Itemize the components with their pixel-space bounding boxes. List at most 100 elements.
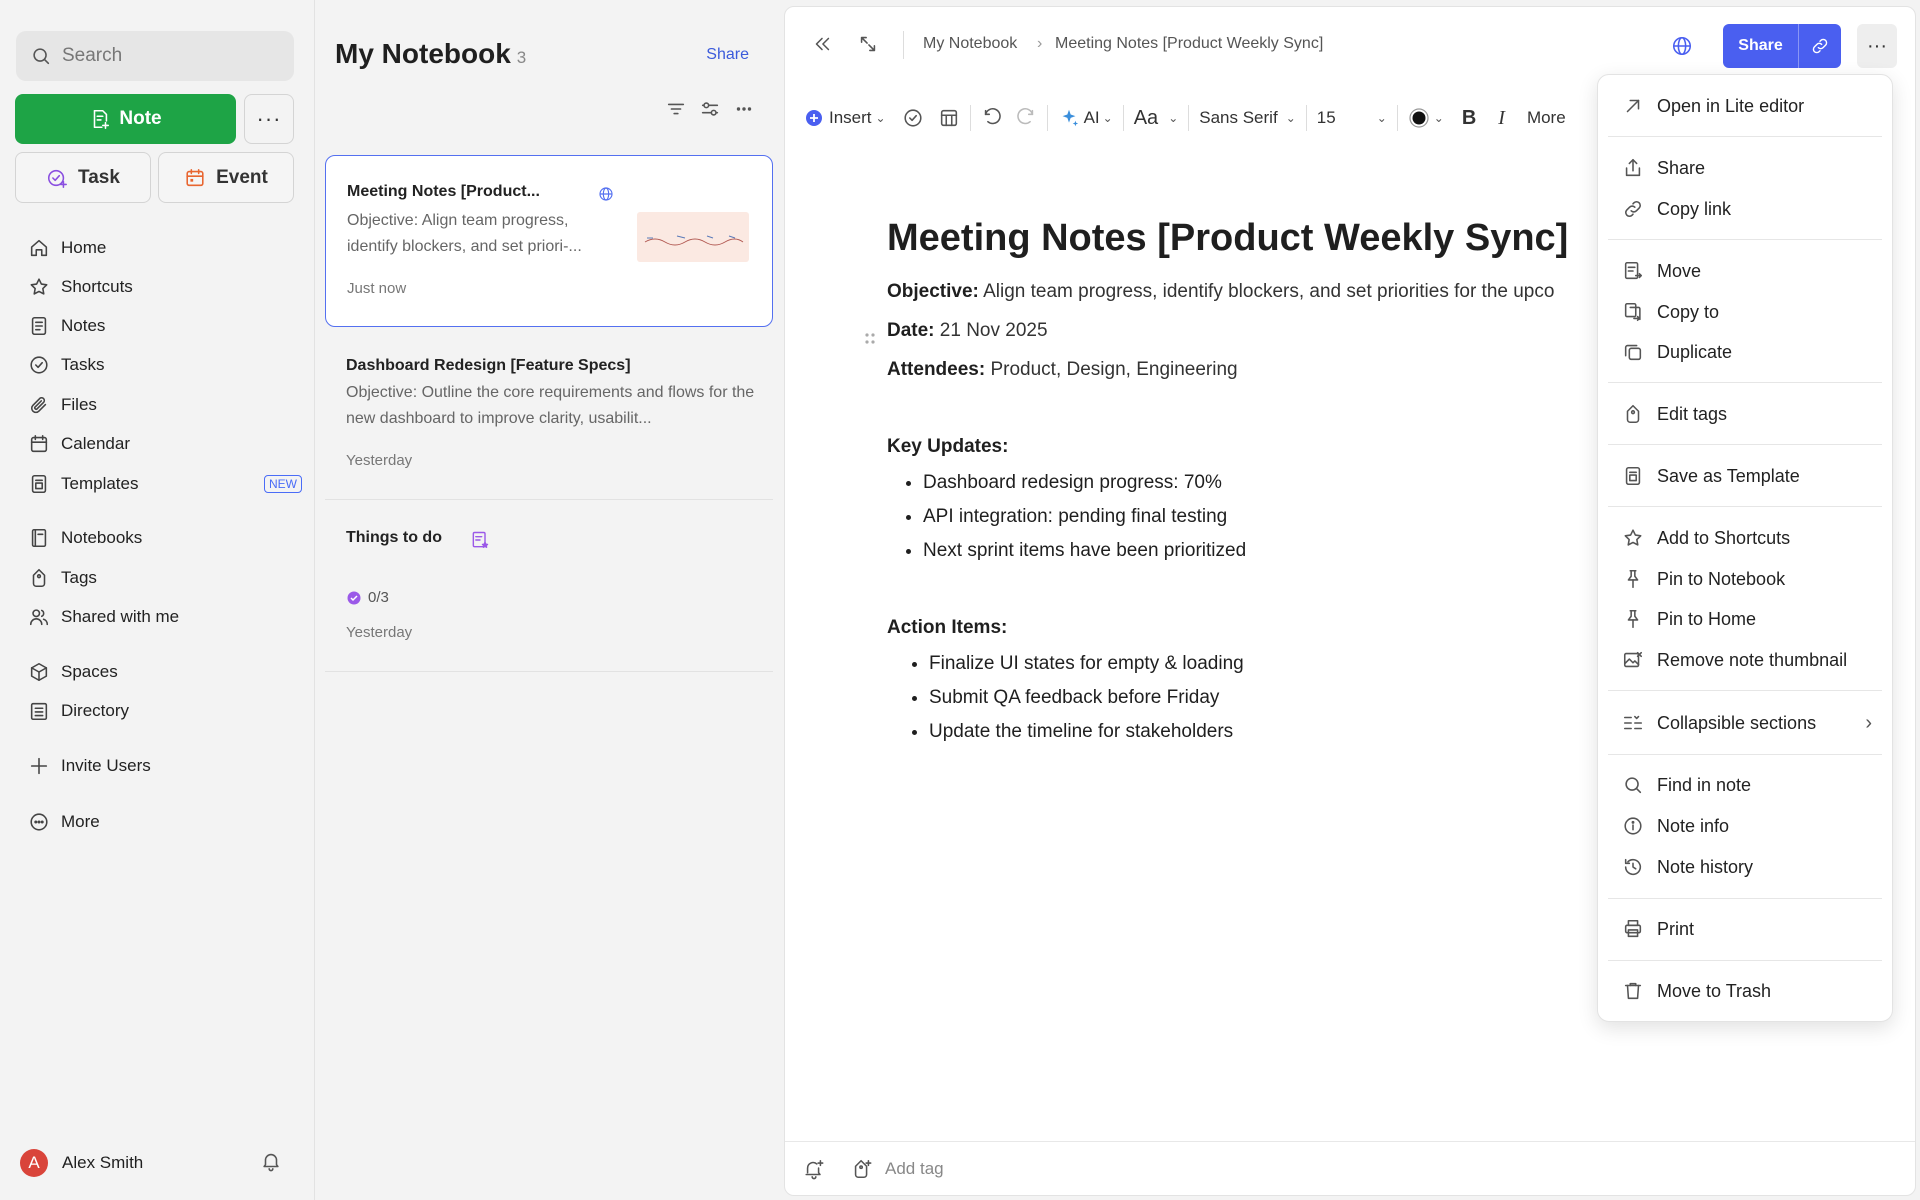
more-create-button[interactable]: ···	[244, 94, 294, 144]
menu-item-pin-notebook[interactable]: Pin to Notebook	[1622, 564, 1872, 594]
menu-item-move-trash[interactable]: Move to Trash	[1622, 976, 1872, 1006]
checkbox-button[interactable]	[902, 107, 924, 129]
sidebar-item-spaces[interactable]: Spaces	[28, 657, 304, 687]
menu-item-label: Collapsible sections	[1657, 712, 1817, 733]
menu-item-move[interactable]: Move	[1622, 256, 1872, 286]
notifications-button[interactable]	[260, 1150, 282, 1172]
menu-item-collapsible-sections[interactable]: Collapsible sections ›	[1622, 708, 1872, 738]
menu-item-pin-home[interactable]: Pin to Home	[1622, 604, 1872, 634]
note-thumbnail	[637, 212, 749, 262]
font-family-label: Sans Serif	[1199, 108, 1278, 127]
chevron-down-icon: ⌄	[1102, 111, 1113, 125]
sidebar-item-files[interactable]: Files	[28, 390, 304, 420]
sidebar-item-directory[interactable]: Directory	[28, 696, 304, 726]
bold-button[interactable]: B	[1462, 107, 1476, 130]
menu-item-edit-tags[interactable]: Edit tags	[1622, 399, 1872, 429]
menu-item-duplicate[interactable]: Duplicate	[1622, 337, 1872, 367]
font-family-dropdown[interactable]: Sans Serif ⌄	[1199, 108, 1296, 128]
breadcrumb-notebook[interactable]: My Notebook	[923, 35, 1017, 53]
drag-handle-icon[interactable]	[863, 330, 877, 348]
note-card-title: Dashboard Redesign [Feature Specs]	[346, 357, 631, 374]
menu-item-copy-to[interactable]: Copy to	[1622, 297, 1872, 327]
menu-item-save-template[interactable]: Save as Template	[1622, 461, 1872, 491]
breadcrumb-note[interactable]: Meeting Notes [Product Weekly Sync]	[1055, 35, 1323, 53]
insert-button[interactable]: Insert ⌄	[805, 108, 886, 128]
undo-button[interactable]	[981, 107, 1003, 129]
globe-icon	[1672, 36, 1692, 56]
text-color-dropdown[interactable]: ⌄	[1408, 107, 1444, 129]
table-button[interactable]	[938, 107, 960, 129]
sidebar-item-notebooks[interactable]: Notebooks	[28, 523, 304, 553]
collapse-sidebar-button[interactable]	[811, 33, 833, 55]
new-note-button[interactable]: Note	[15, 94, 236, 144]
pin-icon	[1627, 569, 1639, 589]
menu-item-add-shortcuts[interactable]: Add to Shortcuts	[1622, 523, 1872, 553]
toolbar-divider	[1396, 105, 1398, 131]
sidebar-item-templates[interactable]: Templates NEW	[28, 469, 304, 499]
sidebar-item-more[interactable]: More	[28, 807, 304, 837]
note-card-meeting-notes[interactable]: Meeting Notes [Product... Objective: Ali…	[325, 155, 773, 327]
note-more-button[interactable]: ···	[1857, 24, 1897, 68]
invite-users-button[interactable]: Invite Users	[28, 751, 304, 781]
menu-item-remove-thumbnail[interactable]: Remove note thumbnail	[1622, 645, 1872, 675]
menu-item-note-history[interactable]: Note history	[1622, 852, 1872, 882]
redo-icon	[1016, 108, 1033, 125]
share-button[interactable]: Share	[1723, 24, 1799, 68]
menu-item-find-in-note[interactable]: Find in note	[1622, 770, 1872, 800]
ai-button[interactable]: AI ⌄	[1058, 107, 1113, 129]
sidebar-item-shortcuts[interactable]: Shortcuts	[28, 272, 304, 302]
font-size-dropdown[interactable]: 15 ⌄	[1317, 108, 1387, 128]
menu-item-note-info[interactable]: Note info	[1622, 811, 1872, 841]
double-chevron-left-icon	[815, 37, 830, 51]
sidebar-item-tags[interactable]: Tags	[28, 563, 304, 593]
expand-button[interactable]	[857, 33, 879, 55]
add-tag-input[interactable]: Add tag	[885, 1159, 944, 1179]
menu-divider	[1608, 754, 1882, 755]
list-more-button[interactable]	[733, 98, 755, 120]
menu-item-share[interactable]: Share	[1622, 153, 1872, 183]
sidebar-item-shared[interactable]: Shared with me	[28, 602, 304, 632]
reminder-button[interactable]	[803, 1158, 825, 1180]
pin-icon	[1627, 609, 1639, 629]
publish-button[interactable]	[1671, 35, 1693, 57]
color-swatch-icon	[1409, 108, 1429, 128]
filter-button[interactable]	[699, 98, 721, 120]
note-plus-icon	[94, 109, 110, 129]
undo-icon	[984, 108, 1001, 125]
menu-item-copy-link[interactable]: Copy link	[1622, 194, 1872, 224]
sidebar-item-calendar[interactable]: Calendar	[28, 429, 304, 459]
user-profile[interactable]: A Alex Smith	[20, 1149, 143, 1177]
template-icon	[31, 474, 47, 494]
copy-share-link-button[interactable]	[1799, 24, 1841, 68]
sidebar-item-label: Notebooks	[61, 528, 143, 547]
table-icon	[940, 109, 957, 127]
note-card-things-to-do[interactable]: Things to do 0/3 Yesterday	[325, 516, 773, 666]
insert-plus-icon	[806, 110, 822, 126]
note-card-dashboard-redesign[interactable]: Dashboard Redesign [Feature Specs] Objec…	[325, 344, 773, 494]
image-remove-icon	[1623, 651, 1643, 668]
sort-icon	[667, 103, 685, 115]
objective-text: Align team progress, identify blockers, …	[978, 281, 1555, 302]
event-calendar-icon	[186, 168, 204, 186]
sidebar-item-label: Notes	[61, 316, 106, 335]
redo-button[interactable]	[1015, 107, 1037, 129]
search-input[interactable]: Search	[16, 31, 294, 81]
menu-item-open-lite-editor[interactable]: Open in Lite editor	[1622, 91, 1872, 121]
bell-icon	[263, 1153, 279, 1172]
calendar-icon	[30, 434, 48, 453]
ai-label: AI	[1083, 108, 1100, 127]
text-style-dropdown[interactable]: Aa ⌄	[1134, 107, 1179, 130]
italic-button[interactable]: I	[1498, 107, 1505, 130]
chevron-down-icon: ⌄	[1433, 111, 1444, 125]
sidebar-item-home[interactable]: Home	[28, 233, 304, 263]
new-task-button[interactable]: Task	[15, 152, 151, 203]
sidebar-item-notes[interactable]: Notes	[28, 311, 304, 341]
menu-item-print[interactable]: Print	[1622, 914, 1872, 944]
notebook-share-link[interactable]: Share	[706, 46, 749, 64]
sort-button[interactable]	[665, 98, 687, 120]
filter-icon	[701, 102, 719, 116]
more-formatting-button[interactable]: More	[1527, 108, 1566, 128]
sidebar-item-tasks[interactable]: Tasks	[28, 350, 304, 380]
new-event-button[interactable]: Event	[158, 152, 294, 203]
tag-add-button[interactable]	[851, 1158, 873, 1180]
